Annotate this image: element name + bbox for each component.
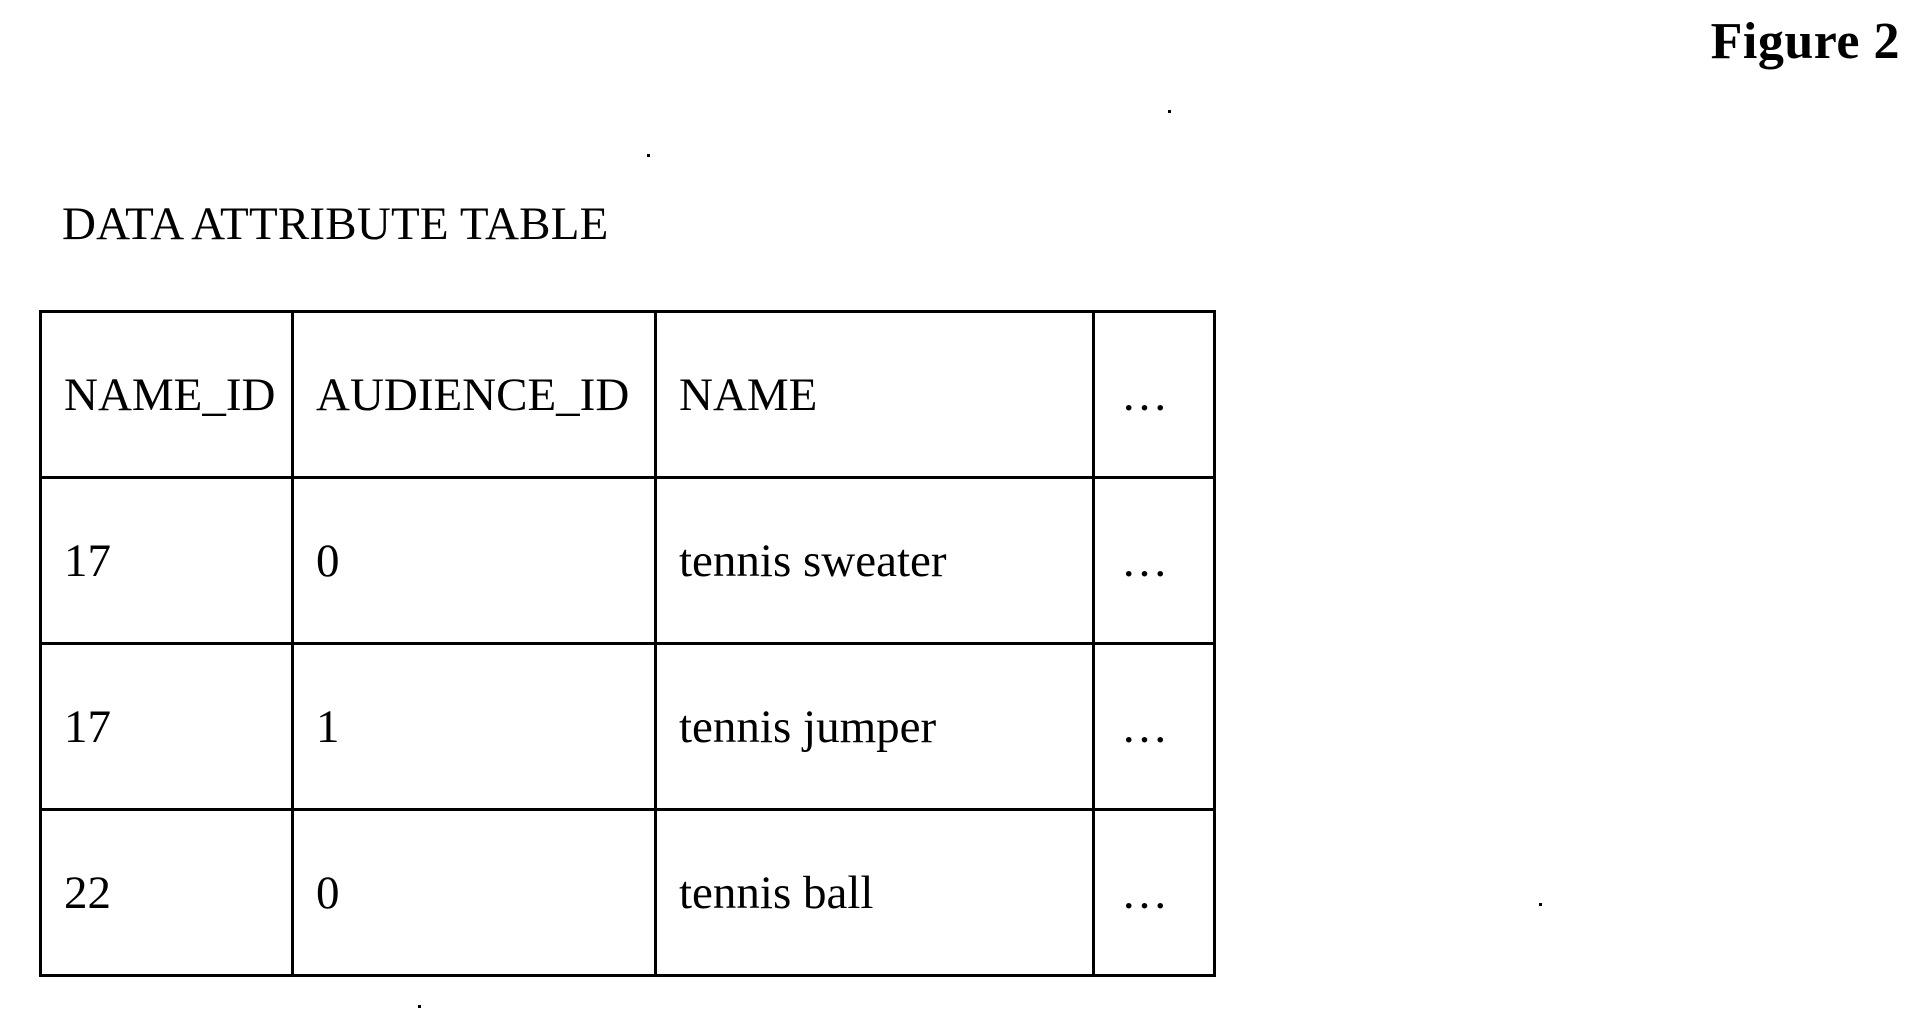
table-row: 17 0 tennis sweater … — [39, 476, 1216, 645]
cell-audience-id: 0 — [291, 808, 657, 977]
scan-speck — [1168, 110, 1171, 113]
figure-label: Figure 2 — [1710, 13, 1900, 70]
table-title: DATA ATTRIBUTE TABLE — [62, 198, 609, 250]
column-header-name: NAME — [654, 310, 1095, 479]
table-header-row: NAME_ID AUDIENCE_ID NAME … — [39, 310, 1216, 479]
cell-name: tennis sweater — [654, 476, 1095, 645]
column-header-more: … — [1092, 310, 1216, 479]
cell-more: … — [1092, 642, 1216, 811]
cell-more: … — [1092, 476, 1216, 645]
cell-name-id: 17 — [39, 476, 294, 645]
scan-speck — [418, 1005, 421, 1008]
scan-speck — [1539, 903, 1542, 906]
data-attribute-table: NAME_ID AUDIENCE_ID NAME … 17 0 tennis s… — [39, 310, 1216, 977]
cell-more: … — [1092, 808, 1216, 977]
scan-speck — [647, 154, 650, 157]
table-row: 17 1 tennis jumper … — [39, 642, 1216, 811]
cell-name: tennis ball — [654, 808, 1095, 977]
column-header-name-id: NAME_ID — [39, 310, 294, 479]
cell-name-id: 22 — [39, 808, 294, 977]
cell-name-id: 17 — [39, 642, 294, 811]
table-row: 22 0 tennis ball … — [39, 808, 1216, 977]
cell-audience-id: 0 — [291, 476, 657, 645]
column-header-audience-id: AUDIENCE_ID — [291, 310, 657, 479]
cell-name: tennis jumper — [654, 642, 1095, 811]
cell-audience-id: 1 — [291, 642, 657, 811]
